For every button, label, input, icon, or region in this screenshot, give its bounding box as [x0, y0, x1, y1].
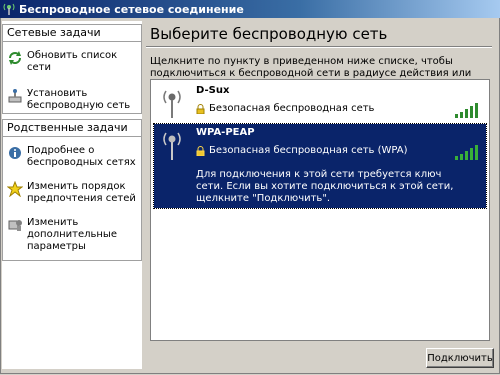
refresh-icon — [7, 50, 23, 66]
antenna-icon — [162, 88, 182, 120]
network-list[interactable]: D-Sux Безопасная беспроводная сеть WPA-P… — [150, 79, 490, 341]
setup-wireless-network-link[interactable]: Установить беспроводную сеть — [3, 84, 141, 114]
signal-strength-icon — [454, 144, 478, 160]
network-security-text: Безопасная беспроводная сеть — [209, 103, 375, 114]
network-tasks-title: Сетевые задачи — [3, 25, 141, 42]
wireless-network-icon — [3, 3, 15, 15]
network-security: Безопасная беспроводная сеть (WPA) — [196, 145, 408, 156]
setup-wireless-network-label: Установить беспроводную сеть — [27, 88, 131, 111]
change-network-order-link[interactable]: Изменить порядок предпочтения сетей — [3, 177, 141, 207]
info-icon — [7, 145, 23, 161]
signal-strength-icon — [454, 102, 478, 118]
change-advanced-settings-link[interactable]: Изменить дополнительные параметры — [3, 213, 141, 255]
related-tasks-group: Родственные задачи Подробнее о беспровод… — [2, 119, 142, 261]
network-description: Для подключения к этой сети требуется кл… — [196, 169, 454, 204]
antenna-icon — [162, 130, 182, 162]
lock-icon — [196, 145, 205, 156]
network-item-d-sux[interactable]: D-Sux Безопасная беспроводная сеть — [154, 82, 486, 122]
window-title: Беспроводное сетевое соединение — [19, 2, 244, 16]
change-network-order-label: Изменить порядок предпочтения сетей — [27, 181, 136, 204]
refresh-network-list-link[interactable]: Обновить список сети — [3, 46, 141, 76]
network-tasks-group: Сетевые задачи Обновить список сети Уста… — [2, 24, 142, 114]
heading-divider — [146, 46, 492, 48]
change-advanced-settings-label: Изменить дополнительные параметры — [27, 217, 117, 252]
learn-wireless-label: Подробнее о беспроводных сетях — [27, 145, 136, 168]
task-pane: Сетевые задачи Обновить список сети Уста… — [2, 21, 142, 369]
network-ssid: WPA-PEAP — [196, 127, 255, 138]
learn-wireless-link[interactable]: Подробнее о беспроводных сетях — [3, 141, 141, 171]
title-bar[interactable]: Беспроводное сетевое соединение — [0, 0, 500, 18]
network-security: Безопасная беспроводная сеть — [196, 103, 374, 114]
setup-network-icon — [7, 88, 23, 104]
network-ssid: D-Sux — [196, 85, 230, 96]
page-title: Выберите беспроводную сеть — [150, 25, 388, 43]
star-icon — [6, 180, 24, 198]
connect-button[interactable]: Подключить — [426, 348, 494, 368]
network-security-text: Безопасная беспроводная сеть (WPA) — [209, 145, 408, 156]
related-tasks-title: Родственные задачи — [3, 120, 141, 137]
settings-icon — [7, 217, 23, 233]
main-pane: Выберите беспроводную сеть Щелкните по п… — [146, 21, 496, 369]
refresh-network-list-label: Обновить список сети — [27, 50, 118, 73]
lock-icon — [196, 103, 205, 114]
network-item-wpa-peap[interactable]: WPA-PEAP Безопасная беспроводная сеть (W… — [153, 123, 487, 209]
